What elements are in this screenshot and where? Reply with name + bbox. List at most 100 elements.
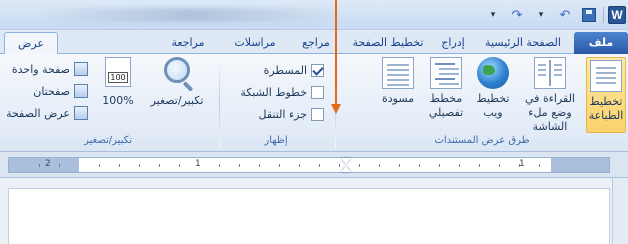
document-area — [0, 178, 628, 244]
magnifier-icon — [164, 57, 190, 83]
full-screen-reading-label: القراءة في وضع ملء الشاشة — [525, 92, 575, 133]
ruler-tick — [359, 164, 360, 167]
ruler-tick — [259, 164, 260, 167]
save-icon — [582, 8, 596, 22]
ruler-label: 1 — [519, 159, 525, 169]
ruler-tick — [139, 164, 140, 167]
ruler-tick — [419, 164, 420, 167]
web-layout-icon — [477, 57, 509, 89]
ruler-tick — [279, 164, 280, 167]
tab-home[interactable]: الصفحة الرئيسية — [480, 32, 566, 54]
ruler-tick — [99, 164, 100, 167]
ruler-tick — [159, 164, 160, 167]
undo-button[interactable]: ↶ — [555, 5, 575, 25]
document-page[interactable] — [8, 188, 610, 244]
title-bar: W ↶ ▾ ↷ ▾ — [0, 0, 628, 30]
ruler-checkbox-box[interactable] — [311, 63, 324, 77]
ruler-tick — [179, 164, 180, 167]
group-zoom: تكبير/تصغير 100 100% صفحة واحدة صفحتان ع… — [0, 54, 216, 152]
draft-icon — [382, 57, 414, 89]
navigation-pane-checkbox-label: جزء التنقل — [258, 107, 307, 121]
ruler-label: 1 — [195, 159, 201, 169]
ribbon-tabs: ملف الصفحة الرئيسية إدراج تخطيط الصفحة م… — [0, 30, 628, 55]
callout-arrow-line — [335, 0, 337, 104]
tab-insert[interactable]: إدراج — [434, 32, 472, 54]
group-separator — [219, 58, 220, 148]
tab-review[interactable]: مراجعة — [162, 32, 214, 54]
vertical-scrollbar[interactable] — [612, 178, 628, 244]
group-label-show: إظهار — [264, 135, 288, 146]
hundred-percent-icon-text: 100 — [108, 72, 128, 83]
undo-dropdown[interactable]: ▾ — [531, 5, 551, 25]
hundred-percent-button[interactable]: 100 100% — [96, 57, 140, 108]
ruler-tick — [119, 164, 120, 167]
ruler-margin-left — [9, 158, 79, 172]
two-pages-button[interactable]: صفحتان — [33, 82, 88, 100]
hundred-percent-label: 100% — [102, 94, 134, 107]
two-pages-icon — [74, 84, 88, 98]
print-layout-button[interactable]: تخطيط الطباعة — [586, 57, 626, 133]
full-screen-reading-button[interactable]: القراءة في وضع ملء الشاشة — [518, 57, 582, 134]
ruler-bar: 1 1 2 — [0, 152, 628, 178]
ruler-checkbox-label: المسطرة — [263, 63, 307, 77]
gridlines-checkbox-box[interactable] — [311, 85, 324, 99]
outline-button[interactable]: مخطط تفصيلي — [424, 57, 468, 120]
web-layout-button[interactable]: تخطيط ويب — [472, 57, 514, 120]
tab-view[interactable]: عرض — [4, 32, 58, 55]
toolbar-separator — [603, 7, 604, 23]
ruler-tick — [539, 164, 540, 167]
draft-button[interactable]: مسودة — [376, 57, 420, 106]
ruler-tick — [39, 164, 40, 167]
one-page-button[interactable]: صفحة واحدة — [12, 60, 88, 78]
ruler-tick — [319, 164, 320, 167]
undo-icon: ↶ — [559, 7, 571, 23]
outline-label: مخطط تفصيلي — [428, 92, 464, 119]
full-screen-reading-icon — [534, 57, 566, 89]
tab-page-layout[interactable]: تخطيط الصفحة — [348, 32, 428, 54]
print-layout-label: تخطيط الطباعة — [588, 95, 624, 122]
tab-mailings[interactable]: مراسلات — [224, 32, 286, 54]
customize-toolbar-dropdown[interactable]: ▾ — [483, 5, 503, 25]
outline-icon — [430, 57, 462, 89]
group-label-zoom: تكبير/تصغير — [83, 135, 133, 146]
ruler-tick — [499, 164, 500, 167]
group-show: المسطرة خطوط الشبكة جزء التنقل إظهار — [220, 54, 332, 152]
tab-file[interactable]: ملف — [574, 32, 628, 54]
print-layout-icon — [590, 60, 622, 92]
navigation-pane-checkbox[interactable]: جزء التنقل — [259, 106, 324, 122]
page-width-button[interactable]: عرض الصفحة — [6, 104, 88, 122]
word-app-icon[interactable]: W — [608, 6, 626, 24]
ruler-tick — [299, 164, 300, 167]
hundred-percent-icon: 100 — [105, 57, 131, 87]
ruler-tick — [239, 164, 240, 167]
ruler-tick — [439, 164, 440, 167]
redo-button[interactable]: ↷ — [507, 5, 527, 25]
callout-arrow — [331, 0, 341, 116]
draft-label: مسودة — [381, 92, 415, 105]
zoom-button[interactable]: تكبير/تصغير — [144, 57, 210, 108]
callout-arrow-head — [331, 104, 341, 114]
ruler-tick — [399, 164, 400, 167]
window-title-blurred — [40, 8, 340, 22]
hanging-indent-marker[interactable] — [341, 166, 351, 172]
web-layout-label: تخطيط ويب — [476, 92, 510, 119]
ruler-label: 2 — [45, 159, 51, 169]
ruler-checkbox[interactable]: المسطرة — [264, 62, 324, 78]
one-page-icon — [74, 62, 88, 76]
group-label-document-views: طرق عرض المستندات — [434, 135, 530, 146]
ruler-tick — [59, 164, 60, 167]
redo-icon: ↷ — [511, 7, 523, 23]
save-button[interactable] — [579, 5, 599, 25]
gridlines-checkbox-label: خطوط الشبكة — [240, 85, 307, 99]
quick-access-toolbar: W ↶ ▾ ↷ ▾ — [483, 4, 628, 26]
first-line-indent-marker[interactable] — [341, 158, 351, 164]
page-width-icon — [74, 106, 88, 120]
ruler-tick — [479, 164, 480, 167]
gridlines-checkbox[interactable]: خطوط الشبكة — [240, 84, 324, 100]
navigation-pane-checkbox-box[interactable] — [311, 107, 324, 121]
ruler-margin-right — [551, 158, 609, 172]
ruler-tick — [459, 164, 460, 167]
zoom-button-label: تكبير/تصغير — [150, 94, 204, 107]
horizontal-ruler[interactable]: 1 1 2 — [8, 157, 610, 173]
page-width-label: عرض الصفحة — [6, 106, 70, 120]
